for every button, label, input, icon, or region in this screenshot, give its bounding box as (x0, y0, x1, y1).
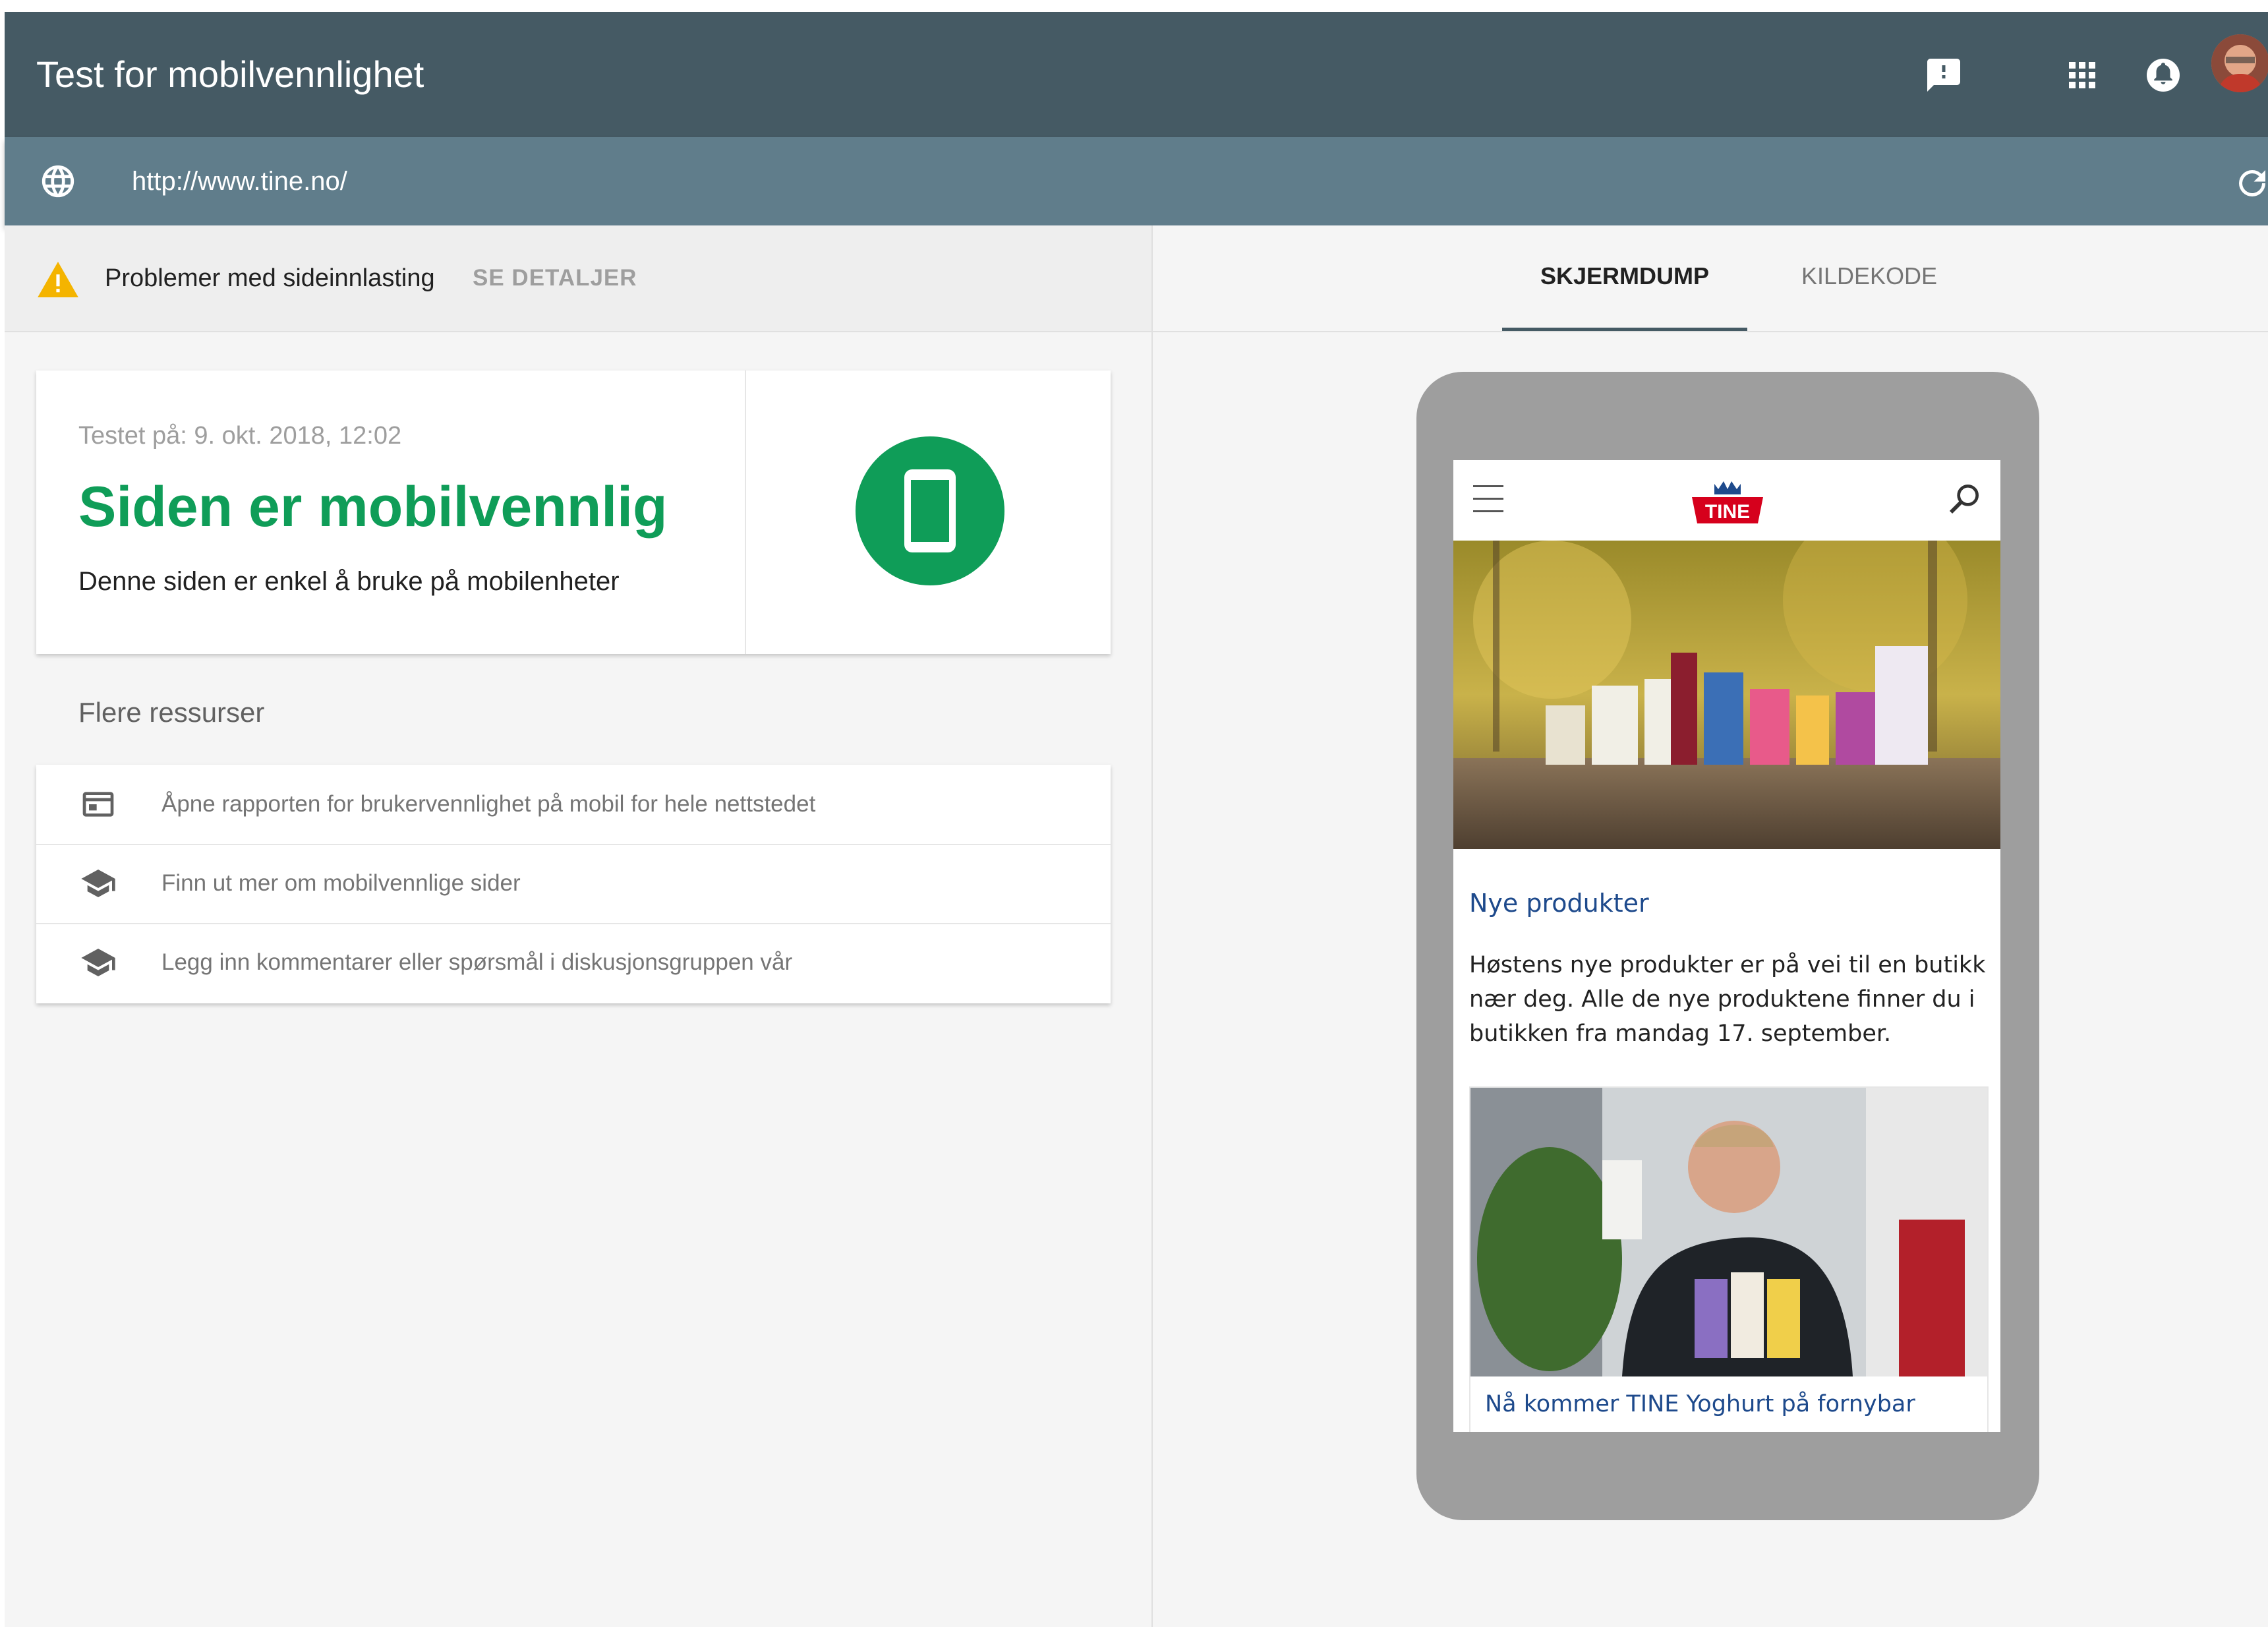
hero-image (1453, 541, 2000, 849)
preview-panel: SKJERMDUMP KILDEKODE TINE Nye produkter … (1153, 225, 2268, 1627)
school-icon (80, 865, 117, 902)
result-headline: Siden er mobilvennlig (78, 475, 668, 539)
notifications-icon[interactable] (2143, 55, 2183, 95)
more-resources-title: Flere ressurser (78, 697, 265, 728)
preview-tabs: SKJERMDUMP KILDEKODE (1153, 225, 2268, 332)
news-photo (1470, 1088, 1987, 1376)
mobile-screenshot: TINE Nye produkter Høstens nye produkter… (1453, 460, 2000, 1432)
see-details-button[interactable]: SE DETALJER (473, 225, 637, 331)
resource-item-site-report[interactable]: Åpne rapporten for brukervennlighet på m… (36, 765, 1111, 845)
url-input[interactable]: http://www.tine.no/ (132, 137, 347, 225)
resource-item-label: Finn ut mer om mobilvennlige sider (161, 870, 521, 896)
news-card-title: Nå kommer TINE Yoghurt på fornybar (1485, 1391, 1915, 1417)
reload-icon[interactable] (2232, 163, 2268, 203)
resource-item-discussion-group[interactable]: Legg inn kommentarer eller spørsmål i di… (36, 923, 1111, 1002)
tested-at: Testet på: 9. okt. 2018, 12:02 (78, 422, 402, 450)
app-title: Test for mobilvennlighet (36, 53, 424, 95)
tine-logo: TINE (1688, 477, 1767, 526)
mobile-section-title: Nye produkter (1469, 889, 1649, 918)
app-bar: Test for mobilvennlighet (5, 12, 2268, 137)
school-icon (80, 944, 117, 981)
hamburger-menu-icon (1473, 481, 1506, 517)
report-icon (80, 786, 117, 823)
result-card: Testet på: 9. okt. 2018, 12:02 Siden er … (36, 370, 1111, 654)
warning-icon (38, 262, 78, 297)
resource-item-label: Åpne rapporten for brukervennlighet på m… (161, 791, 816, 817)
page-loading-issue-bar: Problemer med sideinnlasting SE DETALJER (5, 225, 1151, 332)
svg-text:TINE: TINE (1705, 501, 1750, 523)
card-divider (745, 370, 746, 654)
resource-item-label: Legg inn kommentarer eller spørsmål i di… (161, 949, 793, 975)
results-panel: Problemer med sideinnlasting SE DETALJER… (5, 225, 1153, 1627)
resource-item-learn-more[interactable]: Finn ut mer om mobilvennlige sider (36, 844, 1111, 924)
result-subtitle: Denne siden er enkel å bruke på mobilenh… (78, 567, 620, 596)
resources-list: Åpne rapporten for brukervennlighet på m… (36, 765, 1111, 1003)
globe-icon (39, 162, 77, 200)
apps-grid-icon[interactable] (2062, 55, 2102, 95)
mobile-site-header: TINE (1453, 460, 2000, 541)
url-bar: http://www.tine.no/ (5, 137, 2268, 225)
mobile-news-card: Nå kommer TINE Yoghurt på fornybar (1469, 1086, 1989, 1432)
tab-screenshot[interactable]: SKJERMDUMP (1502, 225, 1747, 331)
smartphone-icon (856, 436, 1004, 585)
mobile-device-frame: TINE Nye produkter Høstens nye produkter… (1416, 372, 2039, 1520)
tab-source-code[interactable]: KILDEKODE (1767, 225, 1971, 331)
avatar[interactable] (2211, 34, 2268, 92)
mobile-section-body: Høstens nye produkter er på vei til en b… (1469, 952, 1986, 1047)
issue-message: Problemer med sideinnlasting (105, 264, 435, 292)
feedback-icon[interactable] (1924, 55, 1963, 95)
search-icon (1946, 480, 1983, 517)
